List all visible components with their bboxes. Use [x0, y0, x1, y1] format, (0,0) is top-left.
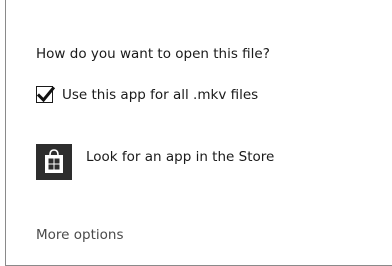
store-option-label: Look for an app in the Store — [86, 149, 275, 165]
dialog-prompt: How do you want to open this file? — [36, 46, 270, 62]
store-bag-icon — [36, 144, 72, 180]
use-app-for-all-label: Use this app for all .mkv files — [62, 86, 259, 103]
checkmark-icon — [36, 86, 56, 103]
use-app-for-all-row[interactable]: Use this app for all .mkv files — [36, 86, 258, 103]
more-options-link[interactable]: More options — [36, 227, 123, 243]
dialog-border-left — [5, 0, 6, 266]
store-option[interactable]: Look for an app in the Store — [36, 144, 274, 180]
use-app-for-all-checkbox[interactable] — [36, 86, 56, 103]
open-with-dialog: How do you want to open this file? Use t… — [0, 0, 392, 266]
